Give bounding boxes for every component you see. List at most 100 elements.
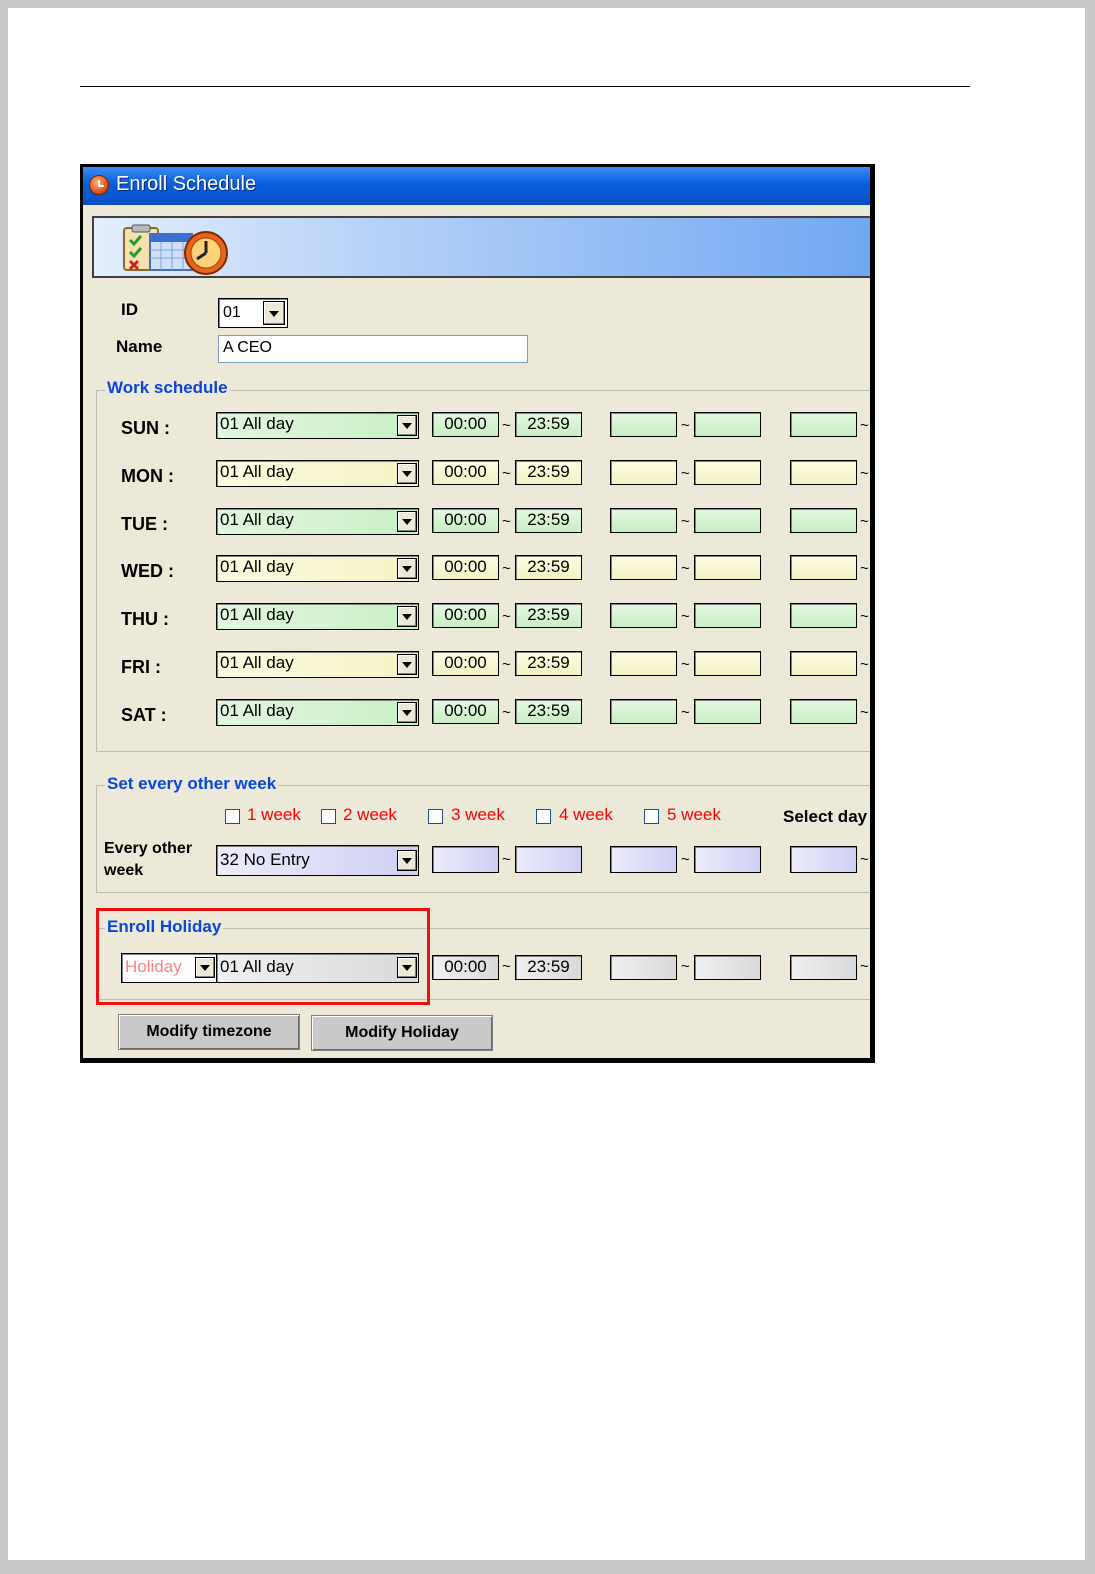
week-3-label: 3 week: [451, 805, 505, 824]
week-5-label: 5 week: [667, 805, 721, 824]
title-bar[interactable]: Enroll Schedule: [83, 167, 870, 205]
chevron-down-icon[interactable]: [397, 702, 417, 723]
day-zone-select[interactable]: 01 All day: [216, 508, 419, 535]
day-end-time[interactable]: 23:59: [515, 508, 582, 533]
day-start-time-3[interactable]: [790, 603, 857, 628]
day-tilde-1: ~: [502, 560, 511, 577]
day-start-time[interactable]: 00:00: [432, 555, 499, 580]
day-zone-select[interactable]: 01 All day: [216, 412, 419, 439]
day-end-time-2[interactable]: [694, 651, 761, 676]
week-3-checkbox[interactable]: [428, 809, 443, 824]
week-1-checkbox[interactable]: [225, 809, 240, 824]
holiday-start-3[interactable]: [790, 955, 857, 980]
day-label: TUE :: [121, 514, 168, 534]
day-label: SAT :: [121, 705, 167, 725]
day-tilde-2: ~: [681, 465, 690, 482]
day-label: FRI :: [121, 657, 161, 677]
day-start-time-2[interactable]: [610, 603, 677, 628]
eow-start-1[interactable]: [432, 846, 499, 873]
day-zone-value: 01 All day: [220, 605, 294, 624]
chevron-down-icon[interactable]: [397, 463, 417, 484]
clock-app-icon: [89, 175, 109, 195]
day-tilde-1: ~: [502, 417, 511, 434]
day-zone-select[interactable]: 01 All day: [216, 555, 419, 582]
day-start-time-2[interactable]: [610, 699, 677, 724]
eow-start-3[interactable]: [790, 846, 857, 873]
chevron-down-icon[interactable]: [397, 511, 417, 532]
day-end-time-2[interactable]: [694, 508, 761, 533]
day-start-time[interactable]: 00:00: [432, 651, 499, 676]
holiday-start-time[interactable]: 00:00: [432, 955, 499, 980]
id-dropdown-button[interactable]: [263, 301, 285, 325]
week-4-label: 4 week: [559, 805, 613, 824]
day-start-time-3[interactable]: [790, 651, 857, 676]
day-end-time[interactable]: 23:59: [515, 603, 582, 628]
every-other-week-zone-value: 32 No Entry: [220, 850, 310, 869]
day-start-time-2[interactable]: [610, 651, 677, 676]
modify-timezone-button[interactable]: Modify timezone: [118, 1014, 300, 1050]
holiday-tilde-1: ~: [502, 958, 511, 975]
day-tilde-3: ~: [860, 417, 869, 434]
chevron-down-icon[interactable]: [397, 606, 417, 627]
day-end-time[interactable]: 23:59: [515, 699, 582, 724]
day-zone-value: 01 All day: [220, 557, 294, 576]
chevron-down-icon[interactable]: [397, 654, 417, 675]
modify-holiday-button[interactable]: Modify Holiday: [311, 1015, 493, 1051]
chevron-down-icon[interactable]: [397, 558, 417, 579]
window-title: Enroll Schedule: [116, 173, 257, 195]
day-start-time-3[interactable]: [790, 699, 857, 724]
day-zone-select[interactable]: 01 All day: [216, 603, 419, 630]
day-start-time[interactable]: 00:00: [432, 460, 499, 485]
holiday-highlight-box: [96, 908, 430, 1005]
day-tilde-2: ~: [681, 608, 690, 625]
day-start-time-2[interactable]: [610, 460, 677, 485]
eow-start-2[interactable]: [610, 846, 677, 873]
day-end-time[interactable]: 23:59: [515, 555, 582, 580]
day-end-time[interactable]: 23:59: [515, 412, 582, 437]
day-end-time-2[interactable]: [694, 699, 761, 724]
day-start-time[interactable]: 00:00: [432, 699, 499, 724]
day-end-time-2[interactable]: [694, 603, 761, 628]
day-zone-value: 01 All day: [220, 414, 294, 433]
day-start-time-2[interactable]: [610, 412, 677, 437]
every-other-week-zone-select[interactable]: 32 No Entry: [216, 845, 419, 876]
day-end-time-2[interactable]: [694, 460, 761, 485]
week-5-checkbox[interactable]: [644, 809, 659, 824]
select-day-label: Select day: [783, 807, 868, 826]
day-start-time-3[interactable]: [790, 460, 857, 485]
day-end-time-2[interactable]: [694, 555, 761, 580]
every-other-week-dropdown-icon[interactable]: [397, 850, 417, 871]
day-start-time[interactable]: 00:00: [432, 603, 499, 628]
schedule-clock-icon: [123, 224, 228, 275]
day-zone-value: 01 All day: [220, 510, 294, 529]
eow-tilde-2: ~: [681, 851, 690, 868]
every-other-week-row-label-1: Every other: [104, 840, 193, 857]
day-zone-value: 01 All day: [220, 701, 294, 720]
day-start-time-2[interactable]: [610, 508, 677, 533]
day-zone-select[interactable]: 01 All day: [216, 699, 419, 726]
day-tilde-1: ~: [502, 465, 511, 482]
day-start-time-2[interactable]: [610, 555, 677, 580]
eow-end-2[interactable]: [694, 846, 761, 873]
day-end-time-2[interactable]: [694, 412, 761, 437]
day-start-time-3[interactable]: [790, 508, 857, 533]
name-input[interactable]: A CEO: [218, 335, 528, 363]
work-schedule-legend: Work schedule: [105, 378, 230, 398]
eow-tilde-3: ~: [860, 851, 869, 868]
week-4-checkbox[interactable]: [536, 809, 551, 824]
holiday-end-2[interactable]: [694, 955, 761, 980]
holiday-start-2[interactable]: [610, 955, 677, 980]
week-2-checkbox[interactable]: [321, 809, 336, 824]
day-zone-select[interactable]: 01 All day: [216, 651, 419, 678]
day-start-time[interactable]: 00:00: [432, 508, 499, 533]
day-start-time-3[interactable]: [790, 555, 857, 580]
every-other-week-legend: Set every other week: [105, 774, 279, 794]
eow-end-1[interactable]: [515, 846, 582, 873]
chevron-down-icon[interactable]: [397, 415, 417, 436]
day-start-time[interactable]: 00:00: [432, 412, 499, 437]
holiday-end-time[interactable]: 23:59: [515, 955, 582, 980]
day-end-time[interactable]: 23:59: [515, 651, 582, 676]
day-zone-select[interactable]: 01 All day: [216, 460, 419, 487]
day-end-time[interactable]: 23:59: [515, 460, 582, 485]
day-start-time-3[interactable]: [790, 412, 857, 437]
